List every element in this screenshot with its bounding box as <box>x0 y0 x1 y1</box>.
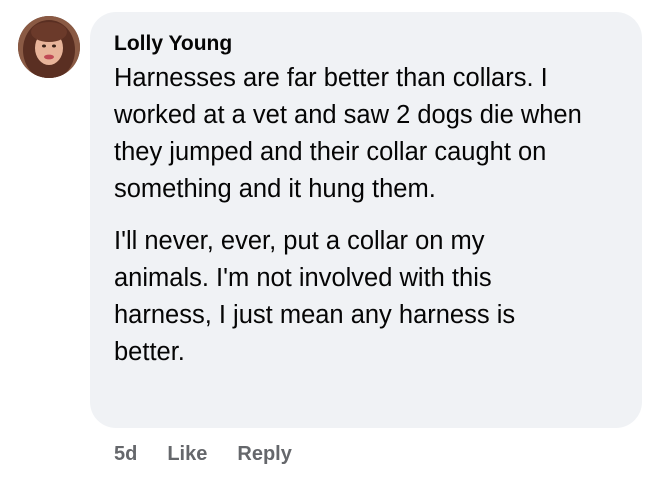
comment-author[interactable]: Lolly Young <box>114 30 618 58</box>
comment-paragraph: Harnesses are far better than collars. I… <box>114 64 582 203</box>
comment-timestamp[interactable]: 5d <box>114 440 137 468</box>
comment-paragraph: I'll never, ever, put a collar on my ani… <box>114 227 516 366</box>
reply-button[interactable]: Reply <box>237 440 291 468</box>
profile-photo-icon <box>18 16 80 78</box>
comment-actions: 5d Like Reply <box>114 440 292 468</box>
like-button[interactable]: Like <box>167 440 207 468</box>
comment-bubble: Lolly Young Harnesses are far better tha… <box>90 12 642 428</box>
comment: Lolly Young Harnesses are far better tha… <box>0 0 660 480</box>
avatar[interactable] <box>18 16 80 78</box>
